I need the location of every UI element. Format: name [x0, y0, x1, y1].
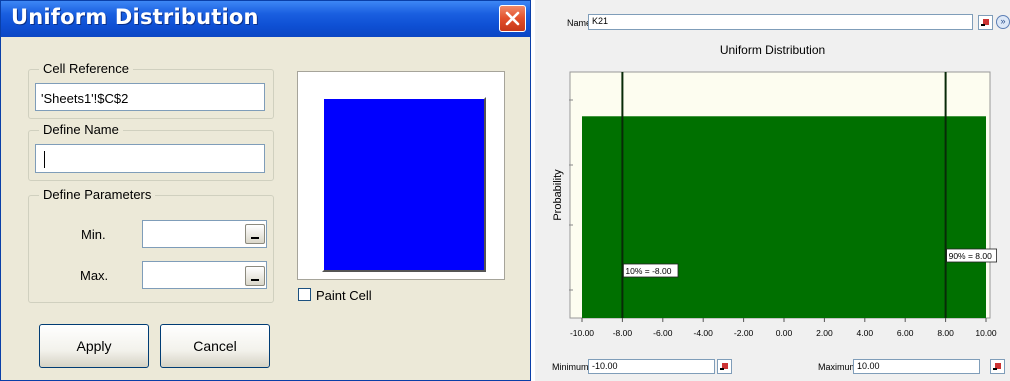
- close-button[interactable]: [499, 5, 526, 32]
- color-preview-panel: [297, 71, 505, 280]
- minimum-value: -10.00: [592, 361, 618, 371]
- y-axis-label: Probability: [552, 169, 564, 221]
- close-icon: [505, 11, 520, 26]
- x-tick-label: 0.00: [776, 328, 793, 338]
- min-range-selector-button[interactable]: [245, 224, 265, 244]
- cell-reference-input[interactable]: 'Sheets1'!$C$2: [35, 83, 265, 111]
- max-input[interactable]: [142, 261, 267, 289]
- max-range-selector-button[interactable]: [245, 266, 265, 286]
- min-label: Min.: [81, 227, 106, 242]
- x-tick-label: -4.00: [694, 328, 714, 338]
- x-tick-label: -10.00: [570, 328, 594, 338]
- collapse-icon: [251, 237, 259, 239]
- text-caret: [44, 151, 45, 168]
- define-name-input[interactable]: [35, 144, 265, 173]
- percentile-label: 90% = 8.00: [949, 251, 993, 261]
- collapse-icon: [251, 279, 259, 281]
- apply-button[interactable]: Apply: [39, 324, 149, 368]
- range-select-bar: [993, 368, 997, 370]
- minimum-label: Minimum: [552, 362, 589, 372]
- x-tick-label: -8.00: [613, 328, 633, 338]
- x-tick-label: -2.00: [734, 328, 754, 338]
- maximum-value: 10.00: [857, 361, 880, 371]
- cancel-button[interactable]: Cancel: [160, 324, 270, 368]
- distribution-chart: -10.00 -8.00 -6.00 -4.00 -2.00 0.00 2.00 4.00 6.…: [552, 71, 998, 338]
- paint-cell-checkbox[interactable]: [298, 288, 311, 301]
- color-swatch[interactable]: [322, 97, 486, 272]
- cell-reference-value: 'Sheets1'!$C$2: [41, 91, 129, 106]
- maximum-label: Maximum: [818, 362, 858, 372]
- dialog-title: Uniform Distribution: [11, 5, 259, 29]
- x-tick-label: 10.00: [975, 328, 997, 338]
- range-select-bar: [720, 368, 724, 370]
- minimum-range-button[interactable]: [717, 359, 732, 374]
- cell-reference-label: Cell Reference: [39, 61, 133, 76]
- uniform-density-area: [582, 116, 986, 318]
- paint-cell-label: Paint Cell: [316, 288, 372, 303]
- x-tick-label: 4.00: [857, 328, 874, 338]
- minimum-input[interactable]: -10.00: [588, 359, 715, 374]
- maximum-range-button[interactable]: [990, 359, 1005, 374]
- x-tick-label: -6.00: [653, 328, 673, 338]
- dialog-titlebar[interactable]: Uniform Distribution: [1, 1, 530, 37]
- uniform-distribution-dialog: Uniform Distribution Cell Reference 'She…: [0, 0, 531, 381]
- max-label: Max.: [80, 268, 109, 283]
- define-parameters-label: Define Parameters: [39, 187, 156, 202]
- percentile-label: 10% = -8.00: [625, 266, 671, 276]
- x-tick-label: 6.00: [897, 328, 914, 338]
- x-tick-label: 2.00: [816, 328, 833, 338]
- maximum-input[interactable]: 10.00: [853, 359, 980, 374]
- min-input[interactable]: [142, 220, 267, 248]
- define-name-label: Define Name: [39, 122, 123, 137]
- distribution-chart-panel: Name: K21 » Uniform Distribution -10.00-…: [535, 0, 1010, 381]
- x-tick-label: 8.00: [937, 328, 954, 338]
